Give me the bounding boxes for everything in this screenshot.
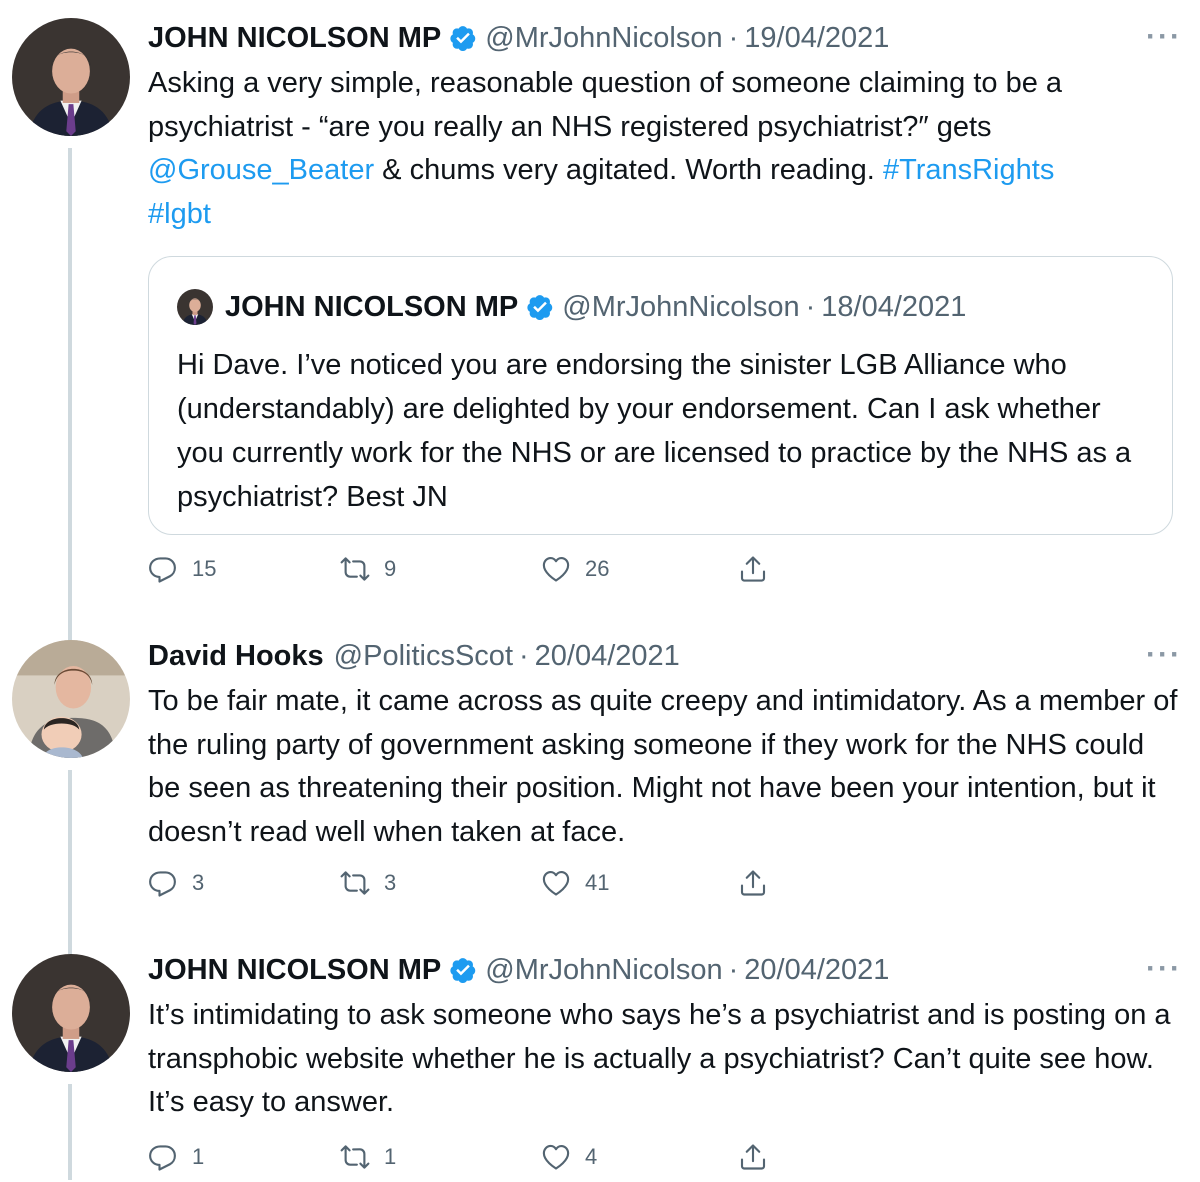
author-handle[interactable]: @MrJohnNicolson [485, 22, 722, 55]
reply-count: 1 [192, 1144, 205, 1169]
reply-icon [148, 868, 178, 898]
thread-line [68, 770, 72, 954]
separator: · [728, 21, 739, 54]
retweet-count: 1 [384, 1144, 397, 1169]
thread-line [68, 148, 72, 648]
tweet-3[interactable]: JOHN NICOLSON MP @MrJohnNicolson · 20/04… [0, 950, 1200, 1180]
separator: · [728, 953, 739, 986]
mention-link[interactable]: @Grouse_Beater [148, 154, 374, 186]
retweet-count: 3 [384, 870, 397, 895]
reply-icon [148, 1142, 178, 1172]
like-count: 41 [585, 870, 610, 895]
retweet-button[interactable]: 3 [340, 868, 396, 898]
retweet-icon [340, 1142, 370, 1172]
thread-line [68, 596, 72, 636]
tweet-header: David Hooks @PoliticsScot · 20/04/2021 [148, 636, 680, 676]
share-button[interactable] [738, 1142, 782, 1172]
reply-icon [148, 554, 178, 584]
share-icon [738, 1142, 768, 1172]
quoted-tweet-date: 18/04/2021 [821, 290, 967, 323]
like-count: 26 [585, 556, 610, 581]
author-name[interactable]: JOHN NICOLSON MP [148, 22, 441, 55]
tweet-text: It’s intimidating to ask someone who say… [148, 999, 1171, 1118]
heart-icon [541, 868, 571, 898]
tweet-text: To be fair mate, it came across as quite… [148, 685, 1178, 848]
heart-icon [541, 554, 571, 584]
share-icon [738, 554, 768, 584]
more-options-icon[interactable]: ··· [1146, 20, 1182, 54]
quoted-author-name: JOHN NICOLSON MP [225, 290, 519, 323]
tweet-1[interactable]: JOHN NICOLSON MP @MrJohnNicolson · 19/04… [0, 18, 1200, 648]
tweet-2[interactable]: David Hooks @PoliticsScot · 20/04/2021 ·… [0, 596, 1200, 954]
quoted-tweet-text: Hi Dave. I’ve noticed you are endorsing … [177, 349, 1132, 513]
tweet-text-part: & chums very agitated. Worth reading. [374, 154, 883, 186]
avatar[interactable] [12, 640, 130, 758]
heart-icon [541, 1142, 571, 1172]
verified-badge-icon [526, 293, 554, 321]
more-options-icon[interactable]: ··· [1146, 952, 1182, 986]
tweet-actions: 1 1 4 [148, 1142, 848, 1182]
thread-line [68, 1084, 72, 1180]
tweet-actions: 15 9 26 [148, 554, 848, 594]
retweet-count: 9 [384, 556, 397, 581]
like-count: 4 [585, 1144, 598, 1169]
avatar[interactable] [12, 18, 130, 136]
verified-badge-icon [449, 956, 477, 984]
quoted-tweet-header: JOHN NICOLSON MP @MrJohnNicolson · 18/04… [177, 287, 966, 327]
quoted-avatar [177, 289, 213, 325]
tweet-date[interactable]: 20/04/2021 [744, 954, 889, 987]
tweet-actions: 3 3 41 [148, 868, 848, 908]
tweet-date[interactable]: 19/04/2021 [744, 22, 889, 55]
verified-badge-icon [449, 24, 477, 52]
separator: · [519, 639, 529, 672]
separator: · [805, 290, 816, 323]
quoted-author-handle: @MrJohnNicolson [562, 290, 800, 323]
retweet-button[interactable]: 1 [340, 1142, 396, 1172]
reply-button[interactable]: 15 [148, 554, 216, 584]
tweet-date[interactable]: 20/04/2021 [535, 640, 680, 673]
like-button[interactable]: 4 [541, 1142, 597, 1172]
retweet-icon [340, 868, 370, 898]
share-icon [738, 868, 768, 898]
author-handle[interactable]: @MrJohnNicolson [485, 954, 722, 987]
tweet-header: JOHN NICOLSON MP @MrJohnNicolson · 20/04… [148, 950, 889, 990]
quoted-tweet[interactable]: JOHN NICOLSON MP @MrJohnNicolson · 18/04… [148, 256, 1173, 535]
share-button[interactable] [738, 868, 782, 898]
author-name[interactable]: David Hooks [148, 640, 324, 673]
reply-button[interactable]: 1 [148, 1142, 204, 1172]
reply-count: 15 [192, 556, 217, 581]
more-options-icon[interactable]: ··· [1146, 638, 1182, 672]
reply-button[interactable]: 3 [148, 868, 204, 898]
retweet-button[interactable]: 9 [340, 554, 396, 584]
like-button[interactable]: 41 [541, 868, 609, 898]
like-button[interactable]: 26 [541, 554, 609, 584]
hashtag-link[interactable]: #lgbt [148, 198, 211, 230]
reply-count: 3 [192, 870, 205, 895]
retweet-icon [340, 554, 370, 584]
author-name[interactable]: JOHN NICOLSON MP [148, 954, 441, 987]
avatar[interactable] [12, 954, 130, 1072]
hashtag-link[interactable]: #TransRights [883, 154, 1054, 186]
share-button[interactable] [738, 554, 782, 584]
tweet-text-part: Asking a very simple, reasonable questio… [148, 67, 1063, 143]
tweet-header: JOHN NICOLSON MP @MrJohnNicolson · 19/04… [148, 18, 889, 58]
author-handle[interactable]: @PoliticsScot [334, 640, 513, 673]
tweet-text: Asking a very simple, reasonable questio… [148, 62, 1178, 236]
